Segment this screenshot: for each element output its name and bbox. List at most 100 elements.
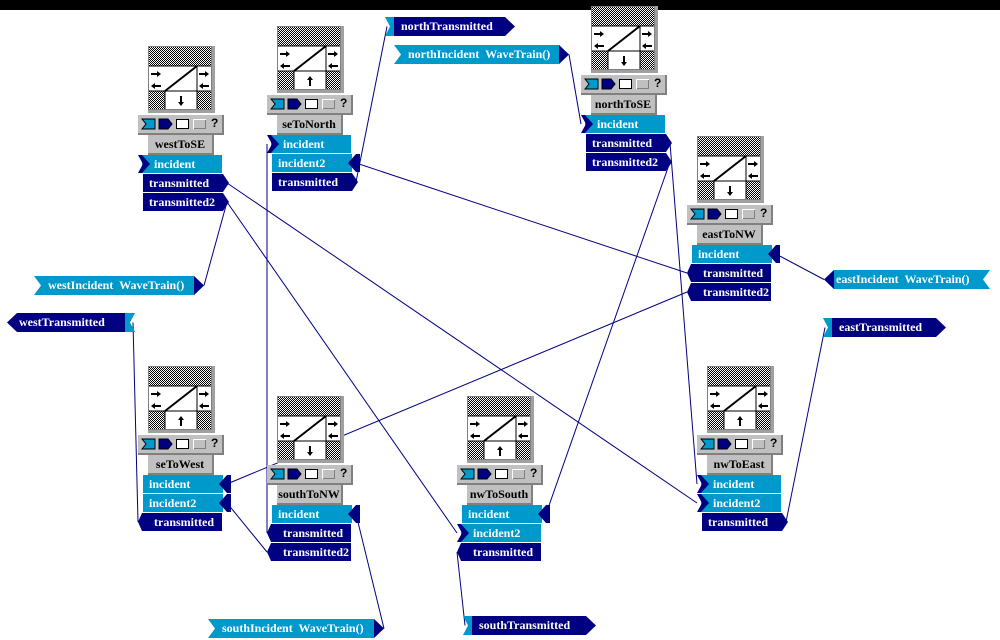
port-transmitted[interactable]: transmitted bbox=[586, 134, 672, 152]
help-icon[interactable]: ? bbox=[530, 466, 537, 480]
output-connector-icon[interactable] bbox=[687, 283, 699, 301]
port-transmitted[interactable]: transmitted bbox=[702, 513, 788, 531]
input-connector-icon[interactable] bbox=[219, 475, 231, 493]
output-connector-icon[interactable] bbox=[348, 173, 360, 191]
port-transmitted2[interactable]: transmitted2 bbox=[687, 283, 771, 301]
input-connector-icon[interactable] bbox=[138, 155, 150, 173]
sink-west[interactable]: westTransmitted bbox=[5, 313, 135, 332]
input-connector-icon[interactable] bbox=[457, 524, 469, 542]
help-icon[interactable]: ? bbox=[340, 96, 347, 110]
hollow-box-icon[interactable] bbox=[495, 469, 508, 479]
port-transmitted[interactable]: transmitted bbox=[138, 513, 222, 531]
source-south[interactable]: southIncident WaveTrain() bbox=[208, 619, 386, 638]
hollow-box-icon[interactable] bbox=[305, 469, 318, 479]
help-icon[interactable]: ? bbox=[340, 466, 347, 480]
input-port-icon[interactable] bbox=[270, 468, 285, 480]
connection-wire[interactable] bbox=[355, 26, 388, 183]
gray-box-icon[interactable] bbox=[636, 79, 650, 90]
input-connector-icon[interactable] bbox=[267, 135, 279, 153]
output-port-icon[interactable] bbox=[477, 468, 492, 480]
output-port-icon[interactable] bbox=[601, 78, 616, 90]
module-name[interactable]: seToWest bbox=[148, 455, 214, 475]
help-icon[interactable]: ? bbox=[211, 436, 218, 450]
output-port-icon[interactable] bbox=[287, 98, 302, 110]
output-port-icon[interactable] bbox=[158, 118, 173, 130]
port-transmitted[interactable]: transmitted bbox=[687, 264, 771, 282]
output-connector-icon[interactable] bbox=[267, 524, 279, 542]
port-incident[interactable]: incident bbox=[138, 155, 222, 173]
help-icon[interactable]: ? bbox=[654, 76, 661, 90]
output-connector-icon[interactable] bbox=[267, 543, 279, 561]
output-connector-icon[interactable] bbox=[219, 193, 231, 211]
output-port-icon[interactable] bbox=[158, 438, 173, 450]
port-incident[interactable]: incident bbox=[267, 135, 351, 153]
port-transmitted2[interactable]: transmitted2 bbox=[143, 193, 229, 211]
port-incident2[interactable]: incident2 bbox=[457, 524, 541, 542]
module-name[interactable]: eastToNW bbox=[697, 225, 763, 245]
gray-box-icon[interactable] bbox=[512, 469, 526, 480]
module-name[interactable]: westToSE bbox=[148, 135, 214, 155]
output-connector-icon[interactable] bbox=[662, 134, 674, 152]
hollow-box-icon[interactable] bbox=[305, 99, 318, 109]
module-name[interactable]: northToSE bbox=[591, 95, 657, 115]
input-connector-icon[interactable] bbox=[348, 154, 360, 172]
input-connector-icon[interactable] bbox=[697, 475, 709, 493]
module-name[interactable]: nwToSouth bbox=[467, 485, 533, 505]
output-connector-icon[interactable] bbox=[778, 513, 790, 531]
port-transmitted2[interactable]: transmitted2 bbox=[267, 543, 351, 561]
connection-wire[interactable] bbox=[456, 551, 466, 626]
input-connector-icon[interactable] bbox=[581, 115, 593, 133]
output-connector-icon[interactable] bbox=[687, 264, 699, 282]
connection-wire[interactable] bbox=[669, 142, 698, 485]
connection-wire[interactable] bbox=[785, 327, 826, 523]
input-connector-icon[interactable] bbox=[219, 494, 231, 512]
gray-box-icon[interactable] bbox=[322, 469, 336, 480]
connection-wire[interactable] bbox=[132, 322, 139, 523]
port-incident2[interactable]: incident2 bbox=[143, 494, 231, 512]
module-name[interactable]: southToNW bbox=[277, 485, 343, 505]
output-port-icon[interactable] bbox=[707, 208, 722, 220]
output-connector-icon[interactable] bbox=[662, 153, 674, 171]
gray-box-icon[interactable] bbox=[193, 119, 207, 130]
port-incident[interactable]: incident bbox=[462, 505, 550, 523]
input-port-icon[interactable] bbox=[700, 438, 715, 450]
input-port-icon[interactable] bbox=[584, 78, 599, 90]
port-incident[interactable]: incident bbox=[697, 475, 781, 493]
port-transmitted2[interactable]: transmitted2 bbox=[586, 153, 672, 171]
port-incident2[interactable]: incident2 bbox=[272, 154, 360, 172]
connection-wire[interactable] bbox=[545, 161, 671, 515]
hollow-box-icon[interactable] bbox=[735, 439, 748, 449]
input-port-icon[interactable] bbox=[141, 118, 156, 130]
gray-box-icon[interactable] bbox=[742, 209, 756, 220]
module-name[interactable]: nwToEast bbox=[707, 455, 773, 475]
module-name[interactable]: seToNorth bbox=[277, 115, 343, 135]
output-port-icon[interactable] bbox=[717, 438, 732, 450]
help-icon[interactable]: ? bbox=[211, 116, 218, 130]
connection-wire[interactable] bbox=[226, 502, 268, 553]
input-port-icon[interactable] bbox=[141, 438, 156, 450]
gray-box-icon[interactable] bbox=[193, 439, 207, 450]
port-transmitted[interactable]: transmitted bbox=[272, 173, 358, 191]
port-incident2[interactable]: incident2 bbox=[697, 494, 781, 512]
source-north[interactable]: northIncident WaveTrain() bbox=[394, 45, 571, 64]
output-connector-icon[interactable] bbox=[457, 543, 469, 561]
sink-east[interactable]: eastTransmitted bbox=[823, 318, 948, 337]
source-east[interactable]: eastIncident WaveTrain() bbox=[822, 270, 990, 289]
output-connector-icon[interactable] bbox=[219, 174, 231, 192]
connection-wire[interactable] bbox=[775, 253, 825, 280]
help-icon[interactable]: ? bbox=[760, 206, 767, 220]
input-port-icon[interactable] bbox=[460, 468, 475, 480]
output-port-icon[interactable] bbox=[287, 468, 302, 480]
port-transmitted[interactable]: transmitted bbox=[457, 543, 541, 561]
output-connector-icon[interactable] bbox=[138, 513, 150, 531]
hollow-box-icon[interactable] bbox=[176, 439, 189, 449]
sink-north[interactable]: northTransmitted bbox=[385, 17, 517, 36]
help-icon[interactable]: ? bbox=[770, 436, 777, 450]
input-connector-icon[interactable] bbox=[348, 505, 360, 523]
gray-box-icon[interactable] bbox=[322, 99, 336, 110]
gray-box-icon[interactable] bbox=[752, 439, 766, 450]
connection-wire[interactable] bbox=[203, 201, 228, 286]
port-incident[interactable]: incident bbox=[272, 505, 360, 523]
input-connector-icon[interactable] bbox=[768, 245, 780, 263]
hollow-box-icon[interactable] bbox=[619, 79, 632, 89]
